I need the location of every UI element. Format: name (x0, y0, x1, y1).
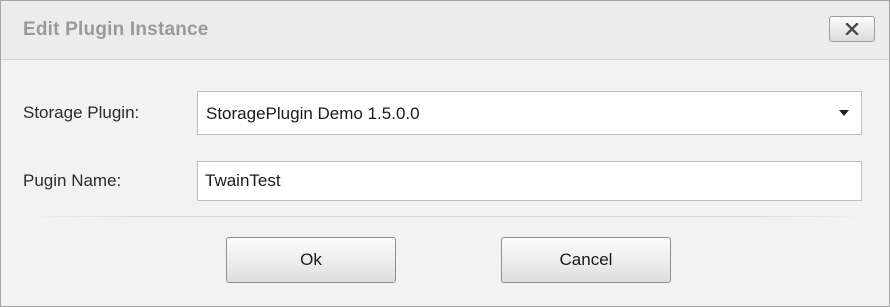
edit-plugin-dialog: Edit Plugin Instance Storage Plugin: Sto… (0, 0, 890, 307)
plugin-name-input[interactable] (197, 161, 862, 201)
storage-plugin-select[interactable]: StoragePlugin Demo 1.5.0.0 (197, 91, 862, 135)
chevron-down-icon[interactable] (839, 110, 849, 116)
close-x-icon (845, 23, 859, 35)
cancel-button[interactable]: Cancel (501, 237, 671, 283)
ok-button[interactable]: Ok (226, 237, 396, 283)
divider (25, 216, 867, 217)
close-button[interactable] (829, 16, 875, 42)
plugin-name-label: Pugin Name: (23, 171, 122, 190)
storage-plugin-label: Storage Plugin: (23, 103, 140, 122)
dialog-titlebar: Edit Plugin Instance (1, 1, 889, 60)
dialog-title: Edit Plugin Instance (23, 19, 209, 40)
storage-plugin-selected-value: StoragePlugin Demo 1.5.0.0 (206, 104, 420, 123)
